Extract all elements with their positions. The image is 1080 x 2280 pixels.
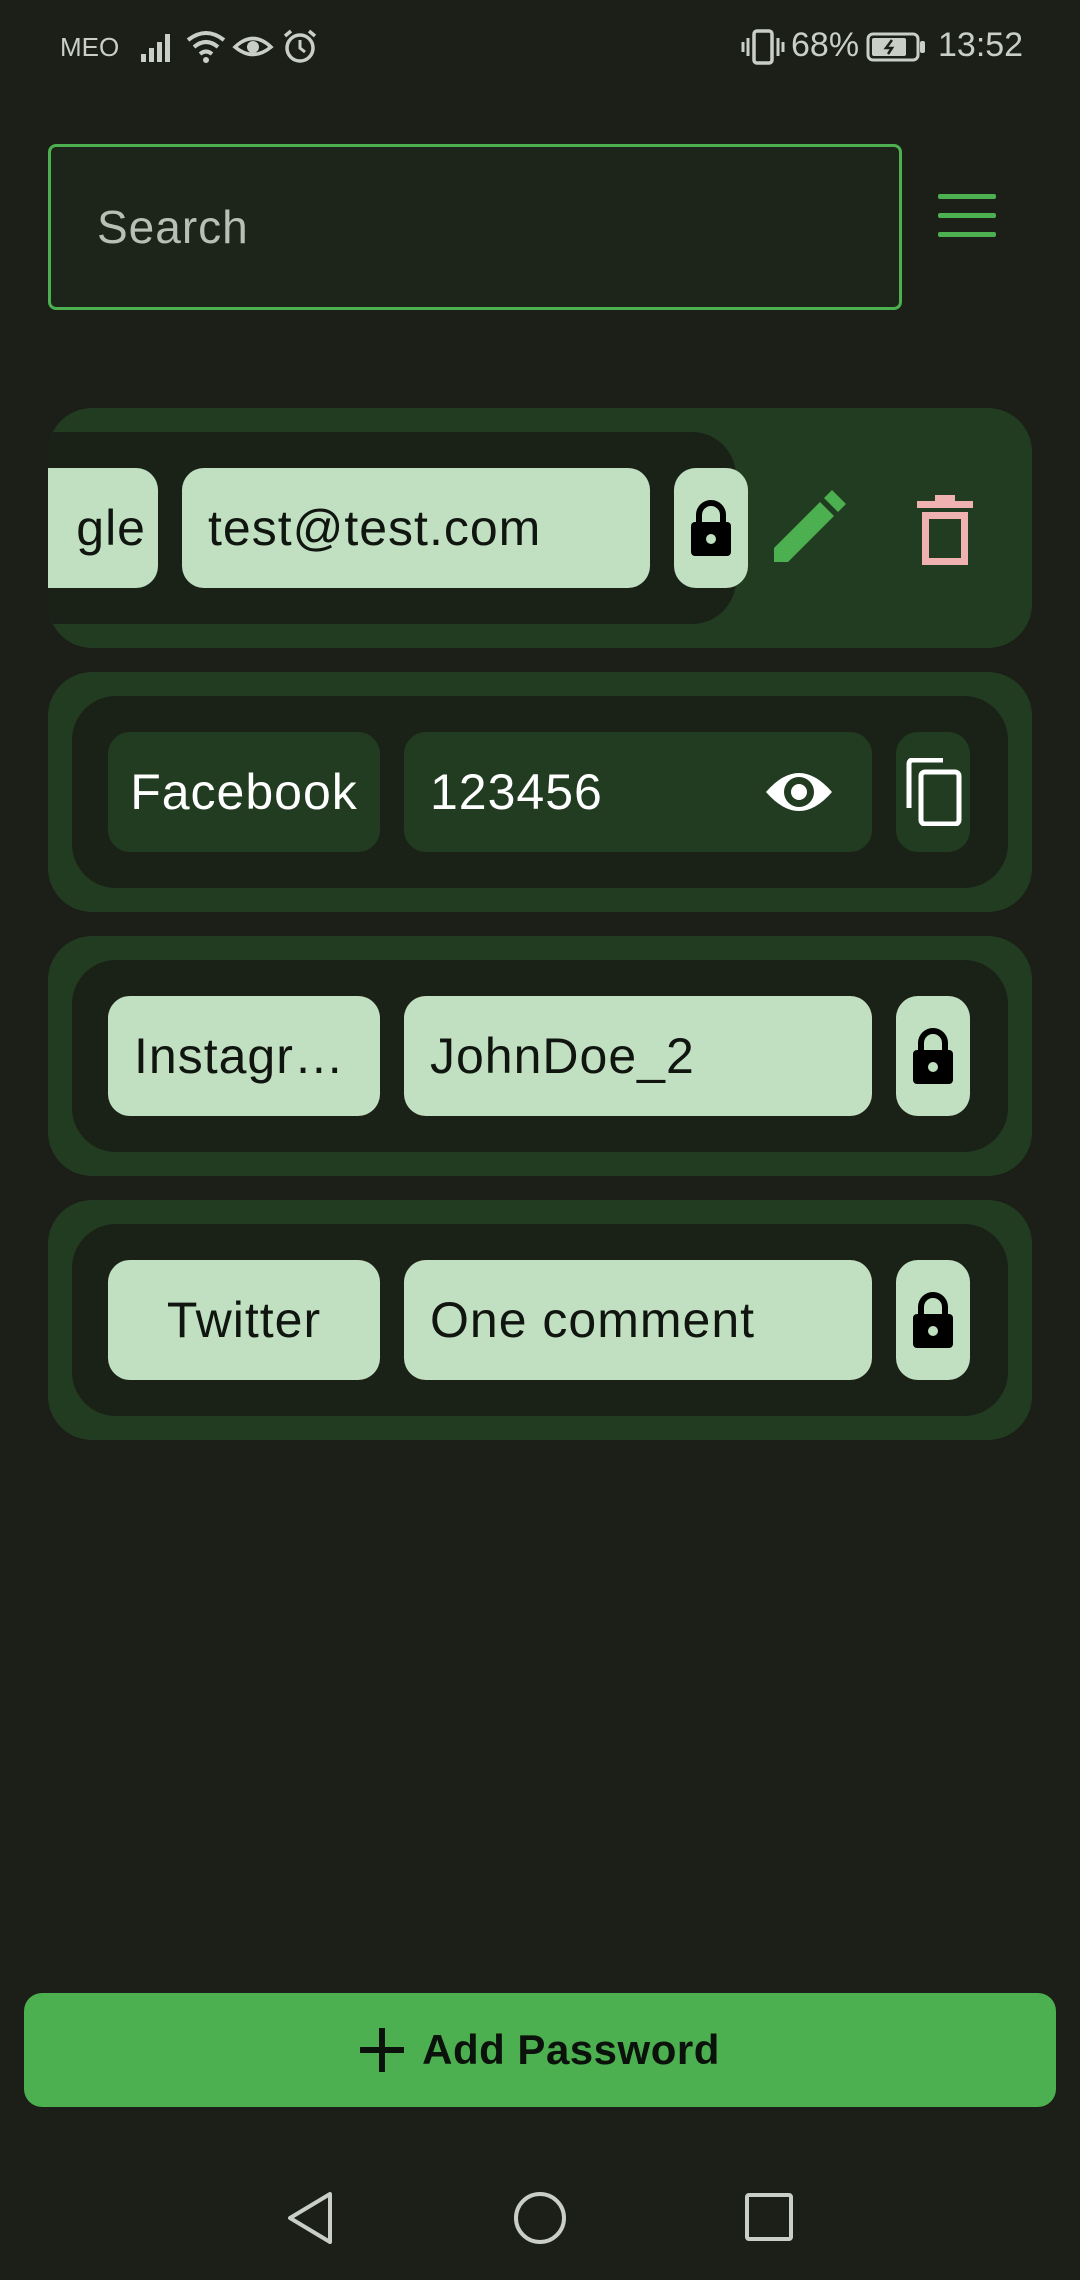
battery-icon xyxy=(866,32,925,62)
delete-icon xyxy=(917,495,973,565)
back-icon[interactable] xyxy=(284,2190,336,2246)
entry-name-chip: Instagr… xyxy=(108,996,380,1116)
recents-icon[interactable] xyxy=(744,2192,794,2242)
entry-name: gle xyxy=(76,500,146,556)
lock-button[interactable] xyxy=(896,1260,970,1380)
vibrate-icon xyxy=(741,29,785,65)
search-input[interactable] xyxy=(51,147,899,307)
entry-secret-chip[interactable]: 123456 xyxy=(404,732,872,852)
lock-icon xyxy=(913,1028,953,1084)
lock-button[interactable] xyxy=(896,996,970,1116)
navigation-bar xyxy=(0,2160,1080,2280)
entry-name: Twitter xyxy=(166,1292,322,1348)
add-password-button[interactable]: Add Password xyxy=(24,1993,1056,2107)
entry-name-chip: Twitter xyxy=(108,1260,380,1380)
edit-button[interactable] xyxy=(768,488,848,568)
password-card-instagram[interactable]: Instagr… JohnDoe_2 xyxy=(48,936,1032,1176)
entry-row[interactable]: gle test@test.com xyxy=(48,432,748,624)
entry-row[interactable]: Twitter One comment xyxy=(72,1224,1008,1416)
add-password-label: Add Password xyxy=(422,2026,720,2073)
entry-secret: test@test.com xyxy=(208,500,542,556)
lock-button[interactable] xyxy=(674,468,748,588)
clock: 13:52 xyxy=(938,26,1024,64)
wifi-icon xyxy=(186,31,226,63)
menu-icon[interactable] xyxy=(938,194,996,238)
visibility-icon[interactable] xyxy=(764,766,834,818)
battery-percent: 68% xyxy=(791,26,860,64)
entry-secret-chip[interactable]: JohnDoe_2 xyxy=(404,996,872,1116)
search-field[interactable] xyxy=(48,144,902,310)
entry-name: Instagr… xyxy=(134,1028,345,1084)
carrier-label: MEO xyxy=(60,32,120,62)
entry-row[interactable]: Facebook 123456 xyxy=(72,696,1008,888)
copy-icon xyxy=(906,758,962,826)
home-icon[interactable] xyxy=(512,2190,568,2246)
entry-row[interactable]: Instagr… JohnDoe_2 xyxy=(72,960,1008,1152)
password-card-facebook[interactable]: Facebook 123456 xyxy=(48,672,1032,912)
entry-secret: One comment xyxy=(430,1292,756,1348)
lock-icon xyxy=(913,1292,953,1348)
entry-secret: 123456 xyxy=(430,764,603,820)
eye-comfort-icon xyxy=(232,36,274,57)
lock-icon xyxy=(691,500,731,556)
add-icon xyxy=(360,2028,405,2072)
alarm-icon xyxy=(283,29,317,63)
entry-name: Facebook xyxy=(130,764,358,820)
edit-icon xyxy=(774,490,846,562)
entry-secret: JohnDoe_2 xyxy=(430,1028,695,1084)
entry-name-chip: gle xyxy=(48,468,158,588)
status-bar: MEO 68% 13:52 xyxy=(0,0,1080,92)
signal-icon xyxy=(141,34,170,62)
entry-secret-chip[interactable]: One comment xyxy=(404,1260,872,1380)
entry-secret-chip[interactable]: test@test.com xyxy=(182,468,650,588)
copy-button[interactable] xyxy=(896,732,970,852)
password-card-google[interactable]: gle test@test.com xyxy=(48,408,1032,648)
delete-button[interactable] xyxy=(910,490,980,570)
password-card-twitter[interactable]: Twitter One comment xyxy=(48,1200,1032,1440)
entry-name-chip: Facebook xyxy=(108,732,380,852)
